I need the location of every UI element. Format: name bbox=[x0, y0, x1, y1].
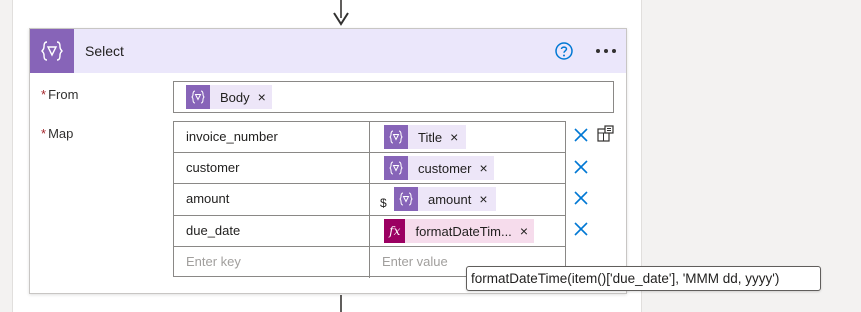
map-value-input[interactable]: $ amount × bbox=[370, 184, 565, 215]
customer-token[interactable]: customer × bbox=[384, 156, 494, 180]
more-options-icon[interactable] bbox=[592, 41, 620, 61]
new-key-input[interactable]: Enter key bbox=[174, 247, 370, 278]
switch-to-text-mode-icon[interactable] bbox=[595, 125, 615, 145]
map-row: due_date fx formatDateTim... × bbox=[174, 216, 565, 247]
value-prefix-text: $ bbox=[380, 196, 387, 210]
card-title: Select bbox=[85, 43, 124, 59]
map-key-input[interactable]: invoice_number bbox=[174, 122, 370, 152]
map-key-input[interactable]: due_date bbox=[174, 216, 370, 246]
card-header[interactable]: Select bbox=[30, 29, 626, 73]
connector-arrow-icon bbox=[333, 12, 349, 26]
delete-row-icon[interactable] bbox=[572, 189, 590, 207]
map-label: * Map bbox=[41, 126, 74, 141]
data-operation-icon bbox=[30, 29, 74, 73]
from-input[interactable]: Body × bbox=[173, 81, 614, 113]
remove-token-icon[interactable]: × bbox=[450, 129, 458, 145]
remove-token-icon[interactable]: × bbox=[258, 89, 266, 105]
remove-token-icon[interactable]: × bbox=[479, 160, 487, 176]
map-value-input[interactable]: customer × bbox=[370, 153, 565, 183]
amount-token[interactable]: amount × bbox=[394, 187, 496, 211]
map-table: invoice_number Title × customer customer… bbox=[173, 121, 566, 278]
expression-fx-icon: fx bbox=[384, 219, 406, 243]
remove-token-icon[interactable]: × bbox=[520, 223, 528, 239]
title-token[interactable]: Title × bbox=[384, 125, 466, 149]
expression-tooltip: formatDateTime(item()['due_date'], 'MMM … bbox=[466, 266, 821, 291]
select-action-card: Select * From Body × * Map invoice_numbe… bbox=[29, 28, 627, 294]
dynamic-content-icon bbox=[186, 85, 210, 109]
dynamic-content-icon bbox=[384, 125, 408, 149]
map-row: invoice_number Title × bbox=[174, 122, 565, 153]
expression-token[interactable]: fx formatDateTim... × bbox=[384, 219, 534, 243]
dynamic-content-icon bbox=[394, 187, 418, 211]
dynamic-content-icon bbox=[384, 156, 408, 180]
flow-connector-bottom bbox=[340, 295, 342, 312]
map-key-input[interactable]: amount bbox=[174, 184, 370, 215]
map-row: amount $ amount × bbox=[174, 184, 565, 216]
map-value-input[interactable]: Title × bbox=[370, 122, 565, 152]
delete-row-icon[interactable] bbox=[572, 158, 590, 176]
from-label: * From bbox=[41, 87, 79, 102]
map-value-input[interactable]: fx formatDateTim... × bbox=[370, 216, 565, 246]
map-row: customer customer × bbox=[174, 153, 565, 184]
body-token[interactable]: Body × bbox=[186, 85, 272, 109]
delete-row-icon[interactable] bbox=[572, 126, 590, 144]
delete-row-icon[interactable] bbox=[572, 220, 590, 238]
map-key-input[interactable]: customer bbox=[174, 153, 370, 183]
remove-token-icon[interactable]: × bbox=[479, 191, 487, 207]
help-icon[interactable] bbox=[554, 41, 574, 61]
